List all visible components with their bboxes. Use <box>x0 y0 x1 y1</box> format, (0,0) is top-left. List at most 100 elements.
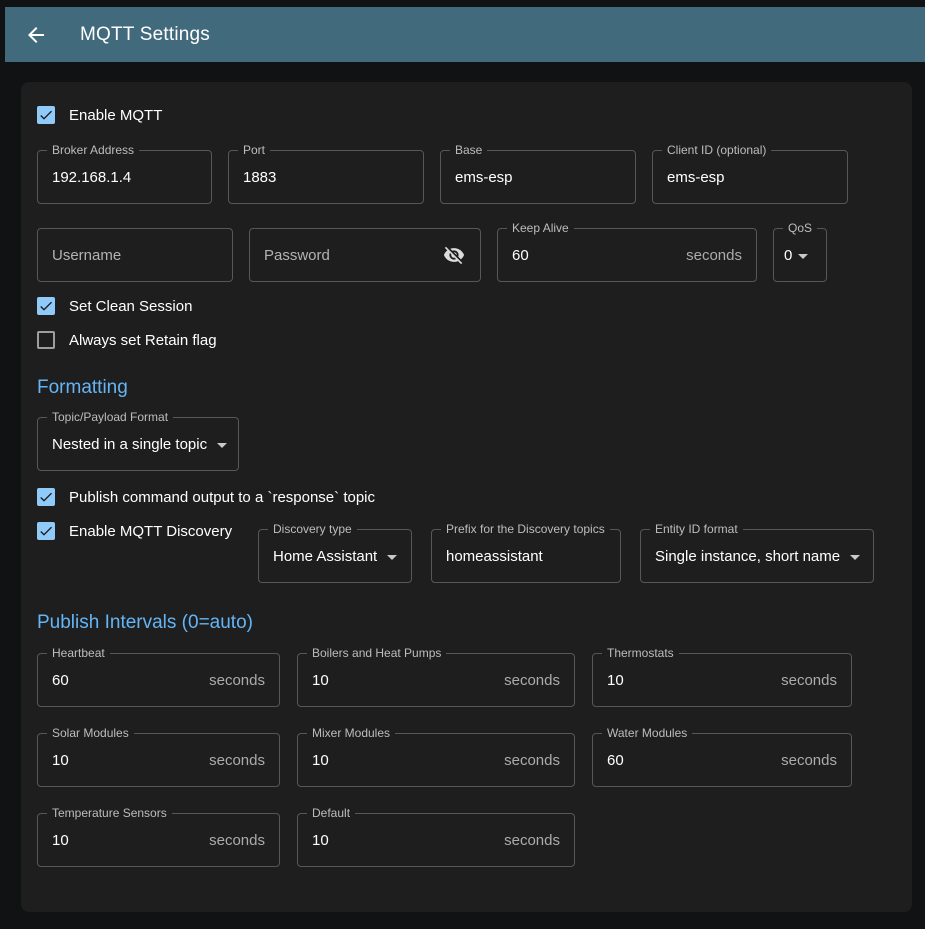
base-label: Base <box>450 143 487 158</box>
interval-field-temperature-sensors[interactable]: Temperature Sensors 10 seconds <box>37 813 280 867</box>
checkbox-label: Always set Retain flag <box>69 332 217 349</box>
interval-value: 10 <box>312 672 329 689</box>
discovery-prefix-label: Prefix for the Discovery topics <box>441 522 610 537</box>
arrow-drop-down-icon <box>850 555 860 560</box>
formatting-heading: Formatting <box>37 375 896 401</box>
interval-value: 10 <box>52 752 69 769</box>
page-title: MQTT Settings <box>80 24 210 46</box>
interval-value: 60 <box>52 672 69 689</box>
enable-mqtt-checkbox[interactable]: Enable MQTT <box>37 106 896 124</box>
toggle-password-visibility-button[interactable] <box>442 243 466 267</box>
topic-payload-format-label: Topic/Payload Format <box>47 410 173 425</box>
checkbox-label: Enable MQTT Discovery <box>69 523 232 540</box>
qos-select[interactable]: QoS 0 <box>773 228 827 282</box>
app-bar: MQTT Settings <box>5 7 925 62</box>
interval-field-mixer[interactable]: Mixer Modules 10 seconds <box>297 733 575 787</box>
connection-row-1: Broker Address 192.168.1.4 Port 1883 Bas… <box>37 150 896 204</box>
client-id-field[interactable]: Client ID (optional) ems-esp <box>652 150 848 204</box>
interval-value: 10 <box>52 832 69 849</box>
entity-id-format-value: Single instance, short name <box>655 548 840 565</box>
keep-alive-label: Keep Alive <box>507 221 574 236</box>
discovery-row: Enable MQTT Discovery Discovery type Hom… <box>37 529 896 583</box>
interval-label: Boilers and Heat Pumps <box>307 646 446 661</box>
broker-address-value: 192.168.1.4 <box>52 169 131 186</box>
checkbox-checked-icon <box>37 522 55 540</box>
arrow-drop-down-icon <box>217 443 227 448</box>
entity-id-format-label: Entity ID format <box>650 522 743 537</box>
visibility-off-icon <box>443 244 465 266</box>
broker-address-field[interactable]: Broker Address 192.168.1.4 <box>37 150 212 204</box>
interval-label: Water Modules <box>602 726 692 741</box>
interval-field-water[interactable]: Water Modules 60 seconds <box>592 733 852 787</box>
interval-unit: seconds <box>209 832 265 849</box>
checkbox-label: Publish command output to a `response` t… <box>69 489 375 506</box>
topic-payload-format-value: Nested in a single topic <box>52 436 207 453</box>
username-field[interactable]: Username <box>37 228 233 282</box>
interval-unit: seconds <box>504 832 560 849</box>
interval-label: Mixer Modules <box>307 726 395 741</box>
interval-unit: seconds <box>504 752 560 769</box>
checkbox-unchecked-icon <box>37 331 55 349</box>
interval-label: Temperature Sensors <box>47 806 172 821</box>
username-placeholder: Username <box>52 247 121 264</box>
broker-address-label: Broker Address <box>47 143 139 158</box>
arrow-left-icon <box>24 23 48 47</box>
password-placeholder: Password <box>264 247 330 264</box>
publish-response-checkbox[interactable]: Publish command output to a `response` t… <box>37 488 896 506</box>
interval-value: 10 <box>607 672 624 689</box>
keep-alive-unit: seconds <box>686 247 742 264</box>
discovery-type-select[interactable]: Discovery type Home Assistant <box>258 529 412 583</box>
discovery-type-value: Home Assistant <box>273 548 377 565</box>
enable-discovery-checkbox[interactable]: Enable MQTT Discovery <box>37 522 258 540</box>
interval-unit: seconds <box>781 752 837 769</box>
checkbox-label: Set Clean Session <box>69 298 192 315</box>
qos-value: 0 <box>784 247 792 264</box>
interval-value: 60 <box>607 752 624 769</box>
publish-intervals-heading: Publish Intervals (0=auto) <box>37 610 896 636</box>
port-field[interactable]: Port 1883 <box>228 150 424 204</box>
interval-label: Solar Modules <box>47 726 134 741</box>
arrow-drop-down-icon <box>798 254 808 259</box>
password-field[interactable]: Password <box>249 228 481 282</box>
interval-label: Default <box>307 806 355 821</box>
interval-field-thermostats[interactable]: Thermostats 10 seconds <box>592 653 852 707</box>
back-button[interactable] <box>24 23 48 47</box>
discovery-prefix-field[interactable]: Prefix for the Discovery topics homeassi… <box>431 529 621 583</box>
interval-field-heartbeat[interactable]: Heartbeat 60 seconds <box>37 653 280 707</box>
retain-flag-checkbox[interactable]: Always set Retain flag <box>37 331 896 349</box>
settings-panel: Enable MQTT Broker Address 192.168.1.4 P… <box>21 82 912 912</box>
qos-label: QoS <box>783 221 817 236</box>
port-label: Port <box>238 143 270 158</box>
publish-intervals-grid: Heartbeat 60 seconds Boilers and Heat Pu… <box>37 653 896 867</box>
interval-value: 10 <box>312 752 329 769</box>
base-field[interactable]: Base ems-esp <box>440 150 636 204</box>
checkbox-checked-icon <box>37 488 55 506</box>
client-id-value: ems-esp <box>667 169 725 186</box>
discovery-prefix-value: homeassistant <box>446 548 543 565</box>
arrow-drop-down-icon <box>387 555 397 560</box>
connection-row-2: Username Password Keep Alive 60 seconds … <box>37 228 896 282</box>
interval-unit: seconds <box>504 672 560 689</box>
base-value: ems-esp <box>455 169 513 186</box>
interval-label: Thermostats <box>602 646 679 661</box>
topic-payload-format-select[interactable]: Topic/Payload Format Nested in a single … <box>37 417 239 471</box>
clean-session-checkbox[interactable]: Set Clean Session <box>37 297 896 315</box>
interval-field-solar[interactable]: Solar Modules 10 seconds <box>37 733 280 787</box>
interval-unit: seconds <box>781 672 837 689</box>
entity-id-format-select[interactable]: Entity ID format Single instance, short … <box>640 529 874 583</box>
keep-alive-value: 60 <box>512 247 529 264</box>
checkbox-label: Enable MQTT <box>69 107 162 124</box>
interval-unit: seconds <box>209 672 265 689</box>
checkbox-checked-icon <box>37 106 55 124</box>
interval-value: 10 <box>312 832 329 849</box>
discovery-type-label: Discovery type <box>268 522 357 537</box>
interval-field-default[interactable]: Default 10 seconds <box>297 813 575 867</box>
interval-field-boilers[interactable]: Boilers and Heat Pumps 10 seconds <box>297 653 575 707</box>
interval-label: Heartbeat <box>47 646 110 661</box>
interval-unit: seconds <box>209 752 265 769</box>
port-value: 1883 <box>243 169 276 186</box>
topic-format-row: Topic/Payload Format Nested in a single … <box>37 417 896 471</box>
client-id-label: Client ID (optional) <box>662 143 771 158</box>
checkbox-checked-icon <box>37 297 55 315</box>
keep-alive-field[interactable]: Keep Alive 60 seconds <box>497 228 757 282</box>
